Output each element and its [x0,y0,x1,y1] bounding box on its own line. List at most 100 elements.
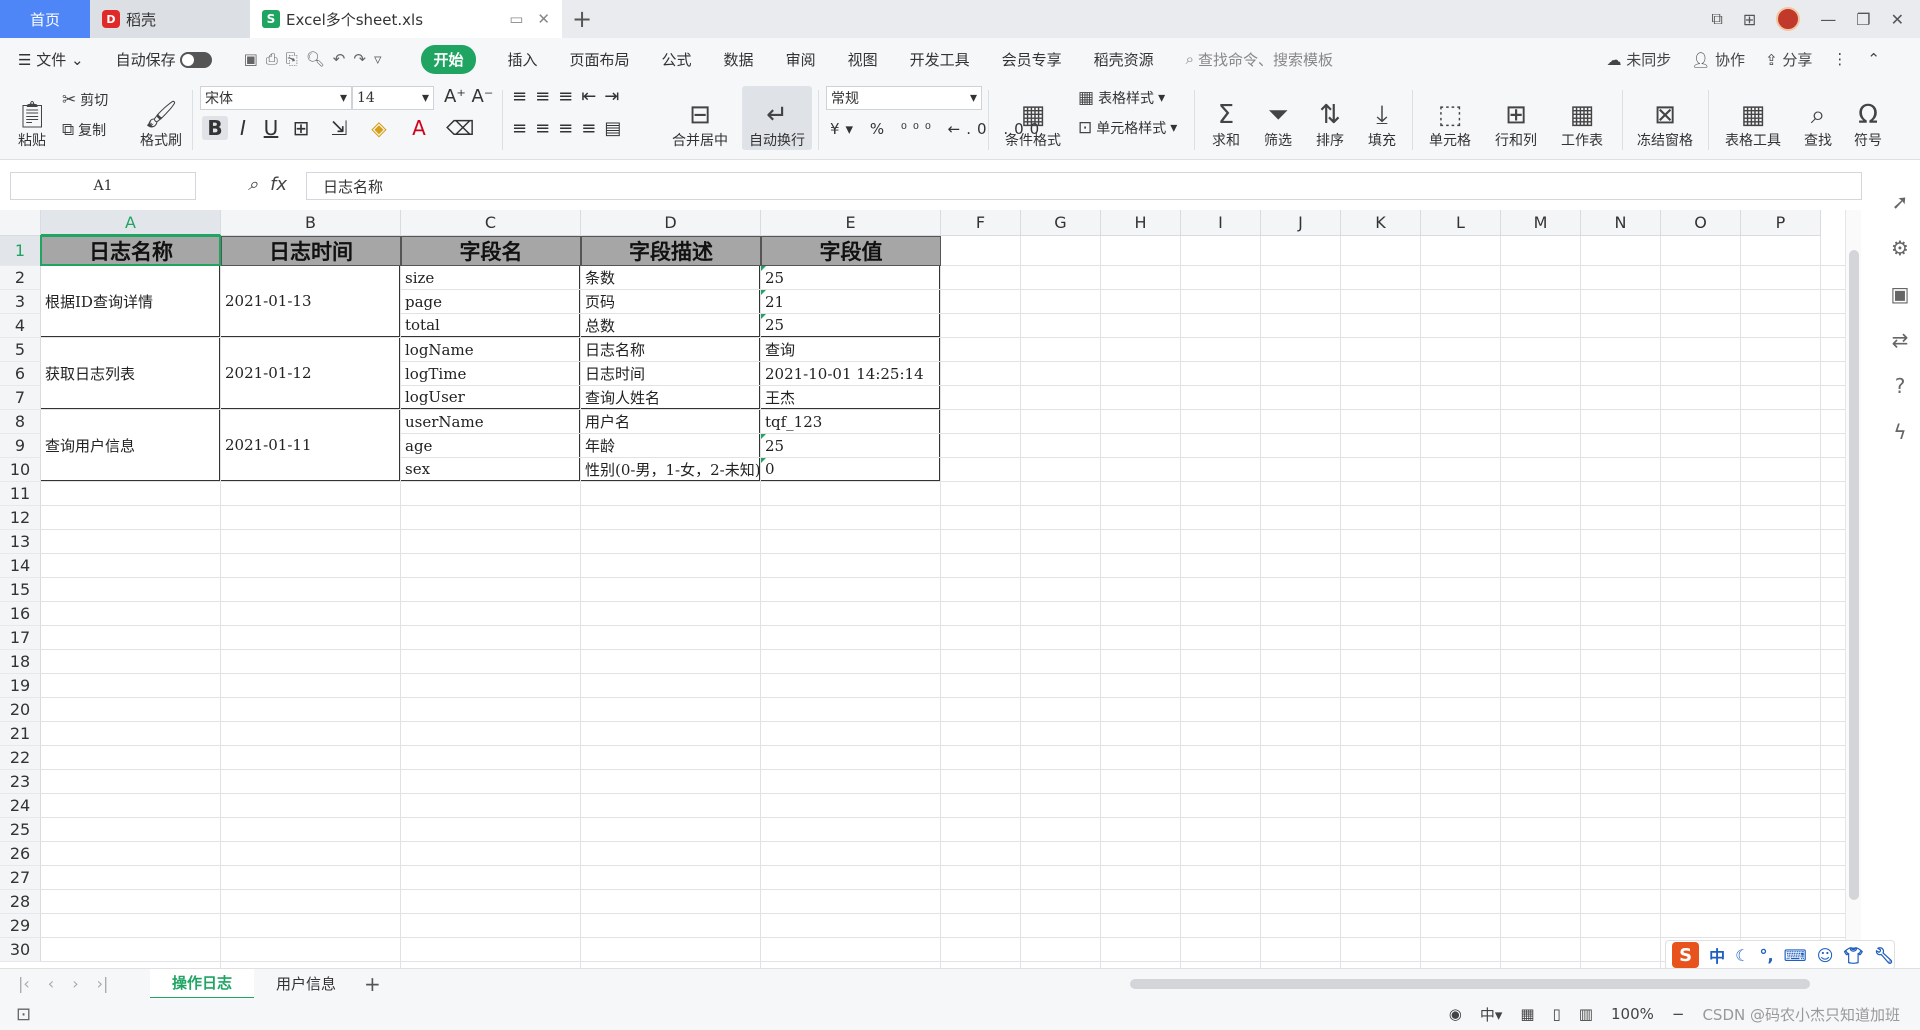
column-header-h[interactable]: H [1101,210,1181,236]
field-desc-cell[interactable]: 性别(0-男，1-女，2-未知) [581,458,760,481]
menu-review[interactable]: 审阅 [786,49,816,70]
number-format-select[interactable]: 常规 ▾ [826,86,982,110]
row-header-8[interactable]: 8 [0,410,41,434]
sheet-grid[interactable]: A B C D E F G H I J K L M N O P 1 2 3 4 5 6 7 8 9 10 11 12 13 14 15 16 1… [0,210,1845,968]
row-header-2[interactable]: 2 [0,266,41,290]
row-header-9[interactable]: 9 [0,434,41,458]
field-desc-cell[interactable]: 条数 [581,266,760,289]
row-header-19[interactable]: 19 [0,674,41,698]
tab-docer[interactable]: D 稻壳 [90,0,250,38]
bold-button[interactable]: B [202,116,228,140]
column-header-i[interactable]: I [1181,210,1261,236]
header-cell-c[interactable]: 字段名 [401,236,581,266]
font-color-icon[interactable]: A [406,116,432,140]
column-header-m[interactable]: M [1501,210,1581,236]
menu-page-layout[interactable]: 页面布局 [570,49,630,70]
column-header-o[interactable]: O [1661,210,1741,236]
field-desc-cell[interactable]: 年龄 [581,434,760,457]
field-value-cell[interactable]: 25 [761,314,940,337]
minimize-icon[interactable]: — [1820,10,1836,29]
row-header-5[interactable]: 5 [0,338,41,362]
row-col-button[interactable]: ⊞ 行和列 [1486,86,1546,150]
row-header-30[interactable]: 30 [0,938,41,962]
input-lang-indicator[interactable]: 中▾ [1480,1004,1503,1025]
field-desc-cell[interactable]: 页码 [581,290,760,313]
field-name-cell[interactable]: logUser [401,386,580,409]
properties-icon[interactable]: ⚙ [1891,236,1909,260]
close-tab-icon[interactable]: ✕ [537,10,550,28]
freeze-panes-button[interactable]: ⊠ 冻结窗格 [1630,86,1700,150]
wrap-text-button[interactable]: ↵ 自动换行 [742,86,812,150]
lightning-icon[interactable]: ϟ [1893,420,1906,444]
clear-format-icon[interactable]: ⇲ [326,116,352,140]
layout-icon[interactable]: ⧉ [1711,9,1722,29]
row-header-3[interactable]: 3 [0,290,41,314]
more-icon[interactable]: ⋮ [1832,50,1847,68]
column-header-b[interactable]: B [221,210,401,236]
user-icon[interactable]: ☺ [1817,946,1834,965]
row-header-18[interactable]: 18 [0,650,41,674]
column-header-l[interactable]: L [1421,210,1501,236]
add-sheet-button[interactable]: + [358,972,381,996]
file-menu[interactable]: ☰ 文件 ⌄ [18,49,84,70]
column-header-c[interactable]: C [401,210,581,236]
header-cell-e[interactable]: 字段值 [761,236,941,266]
keyboard-icon[interactable]: ⌨ [1784,946,1807,965]
vertical-scrollbar[interactable] [1845,210,1861,968]
field-value-cell[interactable]: 21 [761,290,940,313]
normal-view-icon[interactable]: ▦ [1520,1005,1534,1023]
prev-sheet-icon[interactable]: ‹ [48,974,54,993]
cell-button[interactable]: ⬚ 单元格 [1420,86,1480,150]
eye-protect-icon[interactable]: ◉ [1449,1005,1462,1023]
help-icon[interactable]: ? [1895,374,1906,398]
cursor-select-icon[interactable]: ➚ [1892,190,1909,214]
header-cell-d[interactable]: 字段描述 [581,236,761,266]
field-name-cell[interactable]: page [401,290,580,313]
zoom-formula-icon[interactable]: ⌕ [248,174,258,195]
field-desc-cell[interactable]: 查询人姓名 [581,386,760,409]
menu-data[interactable]: 数据 [724,49,754,70]
field-desc-cell[interactable]: 用户名 [581,410,760,433]
row-header-12[interactable]: 12 [0,506,41,530]
row-header-14[interactable]: 14 [0,554,41,578]
conditional-format-button[interactable]: ▦ 条件格式 [996,86,1070,150]
next-sheet-icon[interactable]: › [72,974,78,993]
row-header-15[interactable]: 15 [0,578,41,602]
menu-insert[interactable]: 插入 [508,49,538,70]
horizontal-align-group[interactable]: ≡≡≡≡▤ [512,118,629,139]
paste-button[interactable]: 📋︎ 粘贴 [10,86,54,150]
ime-toolbar[interactable]: S 中 ☾ °, ⌨ ☺ 👕︎ 🔧︎ [1665,940,1895,970]
command-search[interactable]: ⌕ 查找命令、搜索模板 [1186,49,1333,70]
fx-icon[interactable]: fx [270,174,287,195]
horizontal-scrollbar[interactable] [1095,978,1825,990]
formula-input[interactable]: 日志名称 [306,172,1862,200]
font-name-select[interactable]: 宋体 ▾ [200,86,352,110]
vertical-scroll-thumb[interactable] [1849,250,1859,900]
fill-button[interactable]: ⤓ 填充 [1358,86,1406,150]
field-desc-cell[interactable]: 日志名称 [581,338,760,361]
field-name-cell[interactable]: sex [401,458,580,481]
field-name-cell[interactable]: logTime [401,362,580,385]
row-header-7[interactable]: 7 [0,386,41,410]
row-header-6[interactable]: 6 [0,362,41,386]
column-header-e[interactable]: E [761,210,941,236]
page-layout-view-icon[interactable]: ▯ [1553,1005,1561,1023]
column-header-k[interactable]: K [1341,210,1421,236]
menu-member[interactable]: 会员专享 [1002,49,1062,70]
font-size-adjust[interactable]: A⁺ A⁻ [444,86,493,107]
avatar[interactable] [1776,7,1801,31]
sheet-tab-user-info[interactable]: 用户信息 [254,969,358,999]
menu-docer-resources[interactable]: 稻壳资源 [1094,49,1154,70]
table-tools-button[interactable]: ▦ 表格工具 [1716,86,1790,150]
menu-start[interactable]: 开始 [421,44,476,74]
column-header-j[interactable]: J [1261,210,1341,236]
column-header-a[interactable]: A [41,210,221,236]
tab-excel-file[interactable]: S Excel多个sheet.xls ▭ ✕ [250,0,562,38]
log-name-cell[interactable]: 查询用户信息 [41,410,220,481]
field-value-cell[interactable]: 25 [761,434,940,457]
log-name-cell[interactable]: 根据ID查询详情 [41,266,220,337]
table-style-button[interactable]: ▦ 表格样式 ▾ [1078,88,1165,108]
row-header-1[interactable]: 1 [0,236,41,266]
macro-record-icon[interactable]: ⊡ [0,1004,31,1025]
row-header-25[interactable]: 25 [0,818,41,842]
